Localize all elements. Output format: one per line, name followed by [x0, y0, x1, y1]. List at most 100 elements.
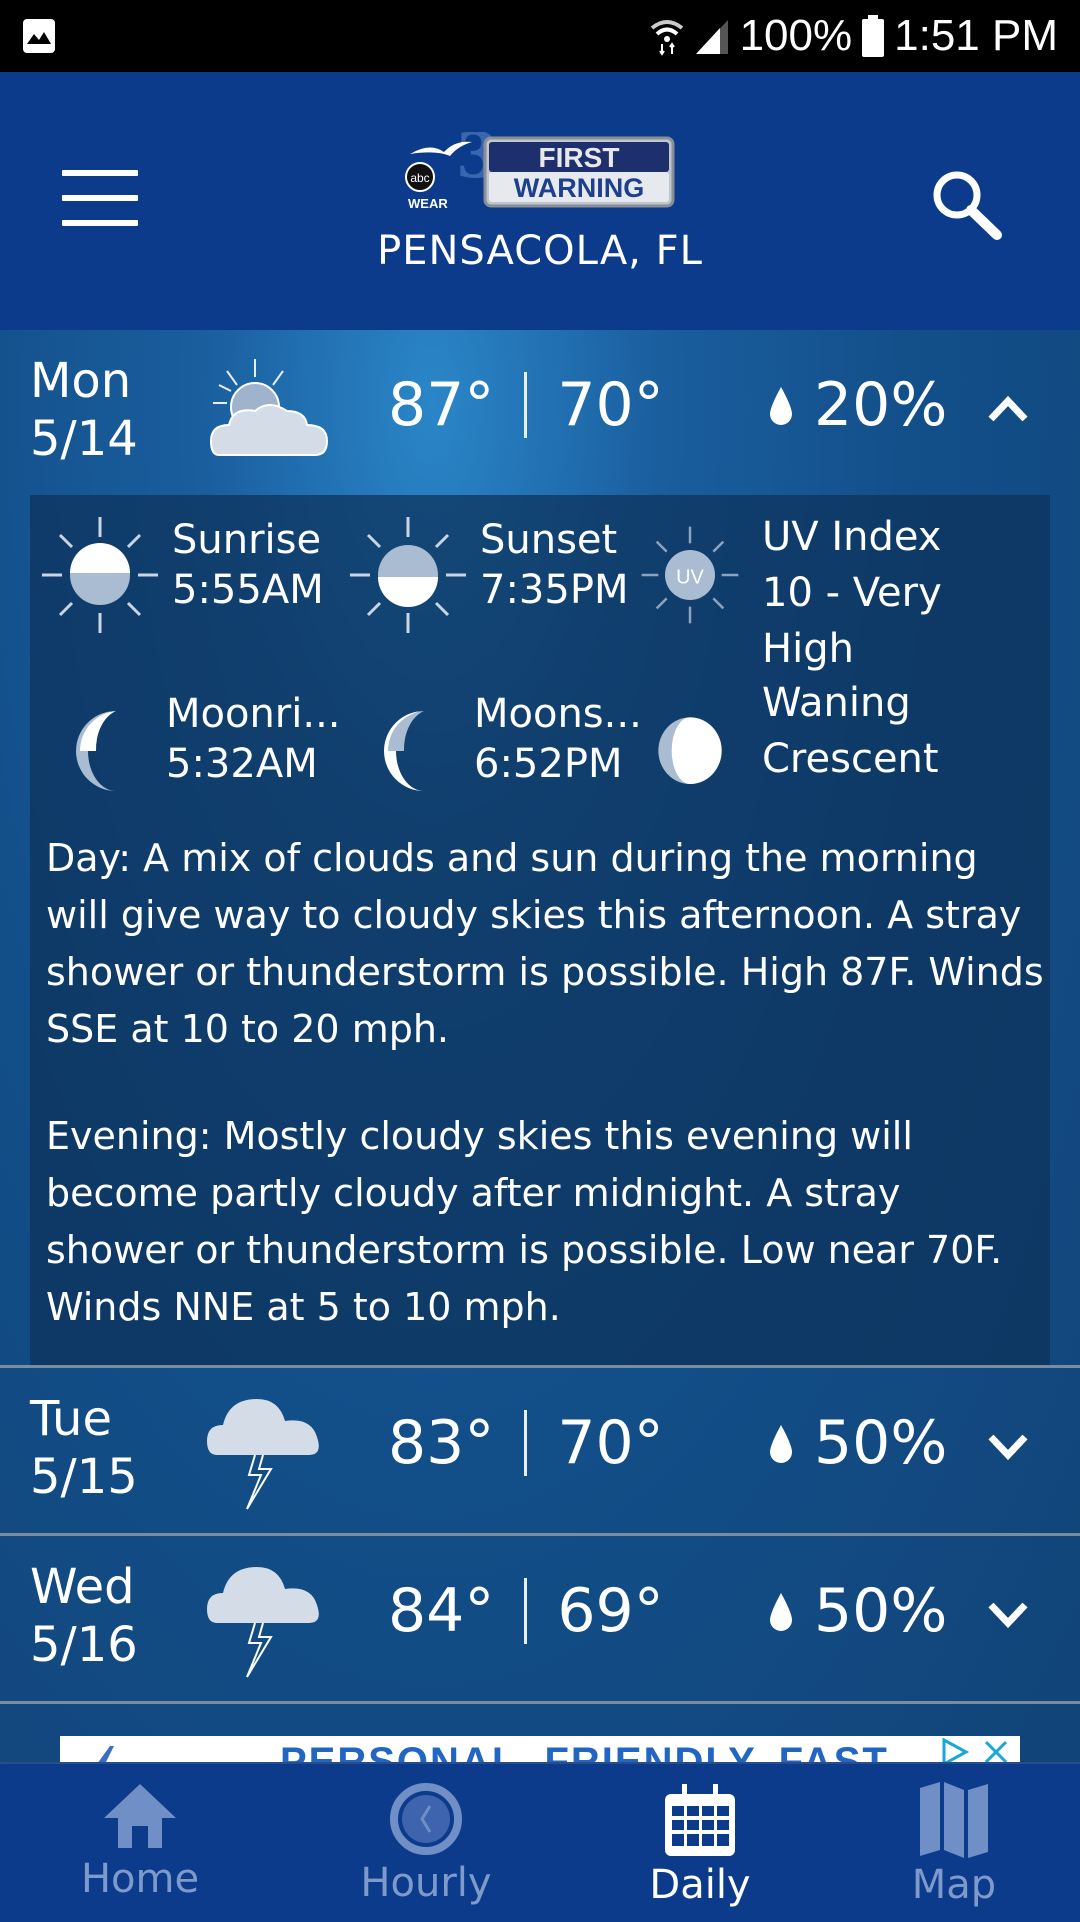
moon-phase-text: Waning Crescent [762, 680, 939, 782]
nav-map[interactable]: Map [854, 1764, 1054, 1922]
bottom-navigation: Home Hourly Daily Map [0, 1762, 1080, 1922]
calendar-icon [665, 1784, 735, 1856]
raindrop-icon [770, 1593, 792, 1631]
thunderstorm-icon [207, 1567, 319, 1678]
evening-description: Evening: Mostly cloudy skies this evenin… [46, 1114, 1003, 1329]
nav-label: Hourly [360, 1860, 492, 1906]
first-warning-logo: 3 abc WEAR FIRST WARNING [405, 132, 675, 211]
day-description: Day: A mix of clouds and sun during the … [46, 836, 1044, 1051]
nav-label: Daily [649, 1862, 751, 1908]
map-icon [920, 1782, 988, 1858]
moonset-label: Moons... [474, 691, 642, 737]
battery-percent: 100% [739, 11, 853, 60]
sunrise-time: 5:55AM [172, 567, 324, 613]
uv-icon: UV [641, 526, 739, 624]
station-text: WEAR [408, 196, 448, 211]
daily-forecast-list[interactable]: Mon 5/14 87° 70° 20% Sunrise 5:55AM Suns… [0, 330, 1080, 1762]
high-temp: 87° [388, 370, 495, 440]
temp-divider [524, 1410, 528, 1476]
day-label: Mon 5/14 [30, 352, 138, 468]
home-icon [104, 1784, 176, 1848]
chevron-down-icon[interactable] [985, 1591, 1031, 1637]
menu-button[interactable] [62, 170, 138, 228]
day-row-wed[interactable]: Wed 5/16 84° 69° 50% [0, 1536, 1080, 1698]
moonrise-info: Moonri... 5:32AM [40, 689, 341, 809]
row-divider [0, 1701, 1080, 1704]
hamburger-icon [62, 170, 138, 176]
low-temp: 70° [557, 1408, 664, 1478]
low-temp: 69° [557, 1576, 664, 1646]
ad-close-icon[interactable] [982, 1738, 1010, 1762]
partly-cloudy-icon [209, 359, 329, 456]
nav-daily[interactable]: Daily [600, 1764, 800, 1922]
moonrise-label: Moonri... [166, 691, 341, 737]
temp-divider [524, 372, 528, 438]
moonset-icon [384, 711, 424, 791]
wifi-icon [650, 20, 683, 56]
waning-crescent-moon-icon [658, 717, 722, 784]
nav-label: Map [911, 1862, 997, 1908]
day-of-week: Tue [30, 1391, 112, 1447]
nav-label: Home [80, 1856, 200, 1902]
temperature-range: 84° 69° [388, 1576, 664, 1646]
precip-value: 50% [814, 1408, 948, 1478]
moonrise-icon [76, 711, 116, 791]
day-label: Tue 5/15 [30, 1390, 138, 1506]
logo-first-text: FIRST [539, 142, 620, 173]
moonset-time: 6:52PM [474, 741, 623, 787]
uv-badge-text: UV [676, 566, 704, 588]
day-row-tue[interactable]: Tue 5/15 83° 70° 50% [0, 1368, 1080, 1530]
battery-icon [862, 15, 885, 57]
abc-logo-text: abc [410, 171, 429, 185]
temp-divider [524, 1578, 528, 1644]
sunset-icon [350, 517, 466, 633]
day-details-panel: Sunrise 5:55AM Sunset 7:35PM UV UV Index… [30, 495, 1050, 1365]
day-date: 5/15 [30, 1449, 138, 1505]
ad-banner[interactable]: PERSONAL. FRIENDLY. FAST. [60, 1736, 1020, 1762]
chevron-down-icon[interactable] [985, 1423, 1031, 1469]
sunset-info: Sunset 7:35PM [348, 515, 628, 635]
uv-index-info: UV UV Index 10 - Very High [640, 514, 962, 677]
ad-text: PERSONAL. FRIENDLY. FAST. [280, 1740, 898, 1762]
precip-chance: 50% [768, 1408, 947, 1478]
status-bar: 100% 1:51 PM [0, 0, 1080, 72]
raindrop-icon [770, 1425, 792, 1463]
precip-value: 20% [814, 370, 948, 440]
chevron-up-icon[interactable] [985, 385, 1031, 431]
temperature-range: 83° 70° [388, 1408, 664, 1478]
sunset-label: Sunset [480, 517, 618, 563]
day-of-week: Mon [30, 353, 132, 409]
nav-home[interactable]: Home [40, 1764, 240, 1922]
clock-icon [390, 1783, 462, 1855]
temperature-range: 87° 70° [388, 370, 664, 440]
day-of-week: Wed [30, 1559, 135, 1615]
logo-warning-text: WARNING [514, 173, 645, 203]
uv-value: 10 - Very High [762, 570, 942, 672]
sunset-time: 7:35PM [480, 567, 629, 613]
ad-logo-icon [98, 1746, 114, 1762]
precip-value: 50% [814, 1576, 948, 1646]
sunrise-icon [42, 517, 158, 633]
adchoices-icon[interactable] [940, 1738, 970, 1762]
gallery-icon [23, 19, 55, 53]
clock: 1:51 PM [894, 11, 1058, 60]
day-date: 5/14 [30, 411, 138, 467]
precip-chance: 50% [768, 1576, 947, 1646]
thunderstorm-icon [207, 1399, 319, 1510]
signal-icon [695, 20, 728, 54]
sunrise-info: Sunrise 5:55AM [40, 515, 324, 635]
moonrise-time: 5:32AM [166, 741, 318, 787]
sunrise-label: Sunrise [172, 517, 322, 563]
low-temp: 70° [557, 370, 664, 440]
day-label: Wed 5/16 [30, 1558, 138, 1674]
nav-hourly[interactable]: Hourly [326, 1764, 526, 1922]
uv-label: UV Index [762, 514, 942, 560]
day-row-mon[interactable]: Mon 5/14 87° 70° 20% [0, 330, 1080, 492]
day-date: 5/16 [30, 1617, 138, 1673]
location-label: PENSACOLA, FL [377, 228, 703, 274]
precip-chance: 20% [768, 370, 947, 440]
high-temp: 83° [388, 1408, 495, 1478]
search-icon[interactable] [925, 165, 1005, 245]
moon-phase-info: Waning Crescent [640, 680, 962, 809]
high-temp: 84° [388, 1576, 495, 1646]
